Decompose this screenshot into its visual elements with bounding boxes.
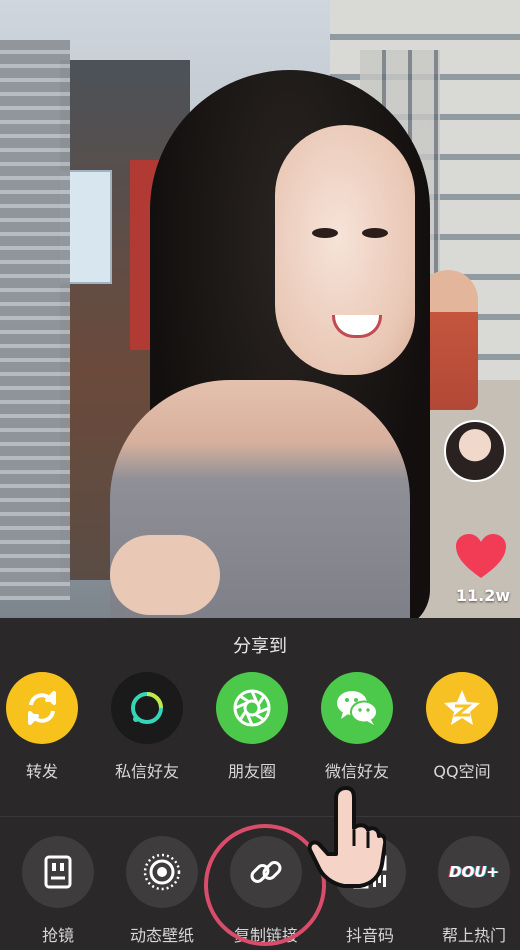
share-target-message-friend[interactable]: 私信好友: [97, 672, 197, 782]
action-duet[interactable]: 抢镜: [8, 836, 108, 946]
wechat-icon: [321, 672, 393, 744]
live-wallpaper-icon: [126, 836, 198, 908]
person-eye-right: [362, 228, 388, 238]
qzone-icon: [426, 672, 498, 744]
person-hand: [110, 535, 220, 615]
action-label: 抢镜: [41, 926, 74, 945]
background-shutter: [0, 40, 70, 600]
person-eye-left: [312, 228, 338, 238]
share-target-moments[interactable]: 朋友圈: [202, 672, 302, 782]
share-target-label: 私信好友: [114, 762, 179, 781]
like-count: 11.2w: [455, 586, 511, 605]
share-target-repost[interactable]: 转发: [0, 672, 92, 782]
share-screen: 11.2w 分享到 转发 私信好友 朋友圈 微信好友 QQ空间 抢镜 动态壁纸 …: [0, 0, 520, 950]
pointing-hand-icon: [307, 786, 386, 888]
creator-avatar[interactable]: [444, 420, 506, 482]
share-targets-row: 转发 私信好友 朋友圈 微信好友 QQ空间: [0, 672, 520, 792]
share-target-label: 微信好友: [324, 762, 389, 781]
duet-icon: [22, 836, 94, 908]
repost-icon: [6, 672, 78, 744]
dou-plus-badge: DOU+: [449, 863, 499, 881]
share-target-label: 朋友圈: [227, 762, 276, 781]
like-heart-icon[interactable]: [454, 532, 508, 580]
dou-plus-icon: DOU+: [438, 836, 510, 908]
action-label: 抖音码: [345, 926, 394, 945]
action-live-wallpaper[interactable]: 动态壁纸: [112, 836, 212, 946]
share-sheet-divider: [0, 816, 520, 817]
share-target-label: QQ空间: [433, 762, 491, 781]
share-target-label: 转发: [25, 762, 58, 781]
share-target-qzone[interactable]: QQ空间: [412, 672, 512, 782]
person-face: [275, 125, 415, 375]
action-label: 动态壁纸: [129, 926, 194, 945]
action-label: 帮上热门: [441, 926, 506, 945]
share-sheet-title: 分享到: [233, 636, 287, 657]
message-friend-icon: [111, 672, 183, 744]
action-dou-plus[interactable]: DOU+ 帮上热门: [424, 836, 520, 946]
video-player[interactable]: [0, 0, 520, 620]
share-target-wechat-friend[interactable]: 微信好友: [307, 672, 407, 782]
moments-icon: [216, 672, 288, 744]
